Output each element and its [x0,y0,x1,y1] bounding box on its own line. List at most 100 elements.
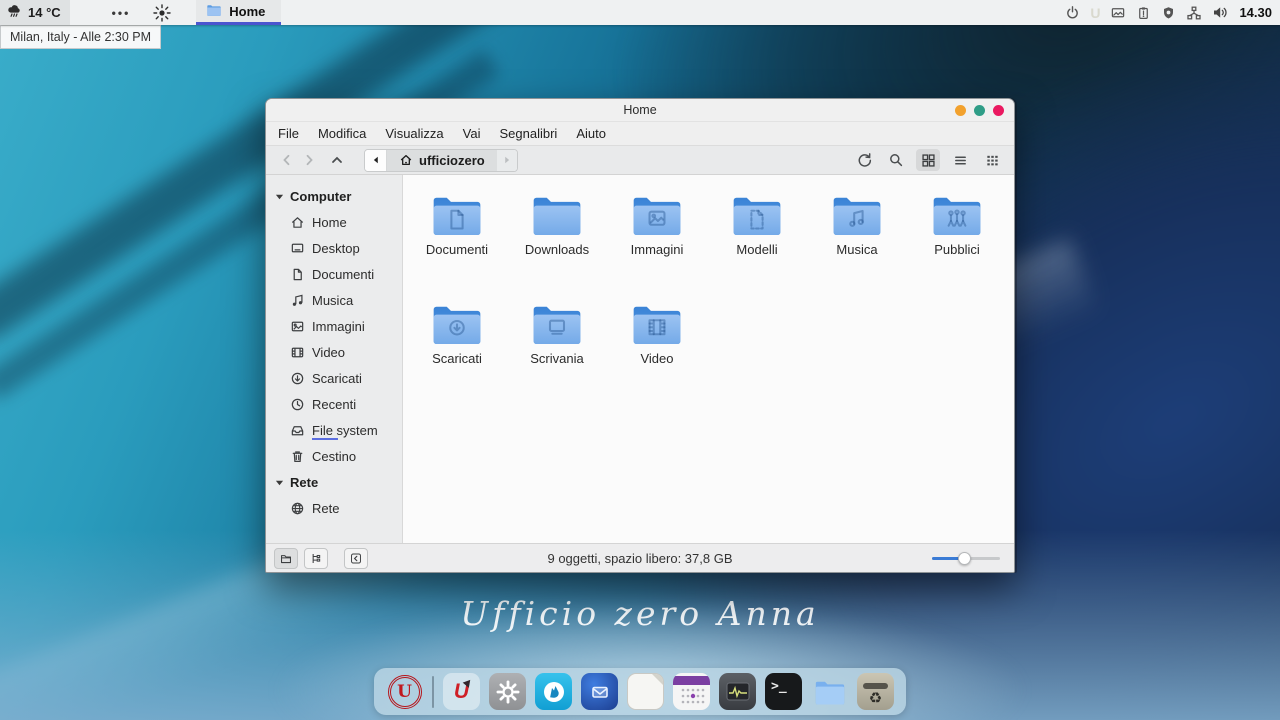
sidebar-item-home[interactable]: Home [266,209,402,235]
folder-icon [279,552,293,565]
uz-letter: U [397,682,412,702]
screenshot-icon[interactable] [1110,5,1126,20]
recycle-icon: ♻ [869,691,882,706]
menu-segnalibri[interactable]: Segnalibri [500,126,558,141]
file-manager-icon[interactable] [811,673,848,710]
file-item-modelli[interactable]: Modelli [707,185,807,292]
sidebar-item-recenti[interactable]: Recenti [266,391,402,417]
uz-editor-icon[interactable]: U [443,673,480,710]
sidebar-label: Recenti [312,397,356,412]
uz-menu-icon[interactable]: U [386,673,423,710]
minimize-button[interactable] [955,105,966,116]
uz-tray-icon[interactable]: U [1090,5,1100,21]
path-segment-home[interactable]: ufficiozero [387,150,497,171]
back-button[interactable] [276,149,298,171]
folder-icon [629,191,685,238]
power-icon[interactable] [1065,5,1080,20]
folder-icon [529,191,585,238]
menu-modifica[interactable]: Modifica [318,126,366,141]
file-manager-window: Home File Modifica Visualizza Vai Segnal… [265,98,1015,573]
system-monitor-icon[interactable] [719,673,756,710]
menu-vai[interactable]: Vai [463,126,481,141]
desktop-icon [290,241,305,256]
path-scroll-left-button[interactable] [365,150,387,171]
documents-app-icon[interactable] [627,673,664,710]
tree-icon [309,552,323,565]
taskbar-item-home[interactable]: Home [196,0,281,25]
sidebar-item-rete[interactable]: Rete [266,495,402,521]
weather-widget[interactable]: 14 °C [0,0,70,25]
chevron-down-icon [275,192,284,201]
file-item-scrivania[interactable]: Scrivania [507,294,607,401]
sidebar-label: Cestino [312,449,356,464]
sidebar-label: Musica [312,293,353,308]
refresh-icon[interactable] [852,149,876,171]
file-item-musica[interactable]: Musica [807,185,907,292]
sidebar-item-immagini[interactable]: Immagini [266,313,402,339]
file-label: Documenti [426,242,488,257]
terminal-icon[interactable]: >_ [765,673,802,710]
zoom-slider-thumb[interactable] [958,552,971,565]
file-item-immagini[interactable]: Immagini [607,185,707,292]
sidebar-label: Video [312,345,345,360]
sidebar-section-computer[interactable]: Computer [266,183,402,209]
zoom-slider[interactable] [932,551,1000,565]
sidebar-item-documenti[interactable]: Documenti [266,261,402,287]
menu-visualizza[interactable]: Visualizza [385,126,443,141]
sidebar-label: Scaricati [312,371,362,386]
sidebar-label: Documenti [312,267,374,282]
home-icon [290,215,305,230]
updates-icon[interactable] [1136,5,1151,21]
collapse-panel-button[interactable] [344,548,368,569]
sidebar-item-video[interactable]: Video [266,339,402,365]
forward-button[interactable] [298,149,320,171]
chevron-down-icon [275,478,284,487]
sidebar-section-rete[interactable]: Rete [266,469,402,495]
collapse-icon [349,552,363,565]
folder-icon [429,191,485,238]
sidebar-item-cestino[interactable]: Cestino [266,443,402,469]
brightness-icon[interactable] [152,0,172,25]
volume-icon[interactable] [1212,5,1229,20]
list-view-button[interactable] [948,149,972,171]
toggle-tree-button[interactable] [304,548,328,569]
path-bar: ufficiozero [364,149,518,172]
sidebar-item-desktop[interactable]: Desktop [266,235,402,261]
close-button[interactable] [993,105,1004,116]
window-titlebar[interactable]: Home [266,99,1014,122]
sidebar-item-filesystem[interactable]: File system [266,417,402,443]
search-icon[interactable] [884,149,908,171]
taskbar-item-label: Home [229,4,265,19]
mail-icon[interactable] [581,673,618,710]
section-label: Computer [290,189,351,204]
file-label: Pubblici [934,242,980,257]
clock[interactable]: 14.30 [1239,5,1272,20]
menu-aiuto[interactable]: Aiuto [576,126,606,141]
calendar-icon[interactable] [673,673,710,710]
file-item-downloads[interactable]: Downloads [507,185,607,292]
settings-icon[interactable] [489,673,526,710]
network-icon[interactable] [1186,5,1202,21]
sidebar-item-scaricati[interactable]: Scaricati [266,365,402,391]
file-item-scaricati[interactable]: Scaricati [407,294,507,401]
trash-dock-icon[interactable]: ♻ [857,673,894,710]
maximize-button[interactable] [974,105,985,116]
file-label: Video [640,351,673,366]
panel-overflow-button[interactable]: ••• [112,0,131,25]
file-item-video[interactable]: Video [607,294,707,401]
security-shield-icon[interactable] [1161,5,1176,21]
up-button[interactable] [326,149,348,171]
browser-icon[interactable] [535,673,572,710]
file-item-pubblici[interactable]: Pubblici [907,185,1007,292]
menu-file[interactable]: File [278,126,299,141]
icon-view-button[interactable] [916,149,940,171]
path-scroll-right-button[interactable] [497,150,517,171]
sidebar-item-musica[interactable]: Musica [266,287,402,313]
file-item-documenti[interactable]: Documenti [407,185,507,292]
file-label: Immagini [631,242,684,257]
folder-icon [429,300,485,347]
toggle-places-button[interactable] [274,548,298,569]
download-icon [290,371,305,386]
compact-view-button[interactable] [980,149,1004,171]
files-view[interactable]: Documenti Downloads Immagini Modelli Mus [403,175,1014,543]
